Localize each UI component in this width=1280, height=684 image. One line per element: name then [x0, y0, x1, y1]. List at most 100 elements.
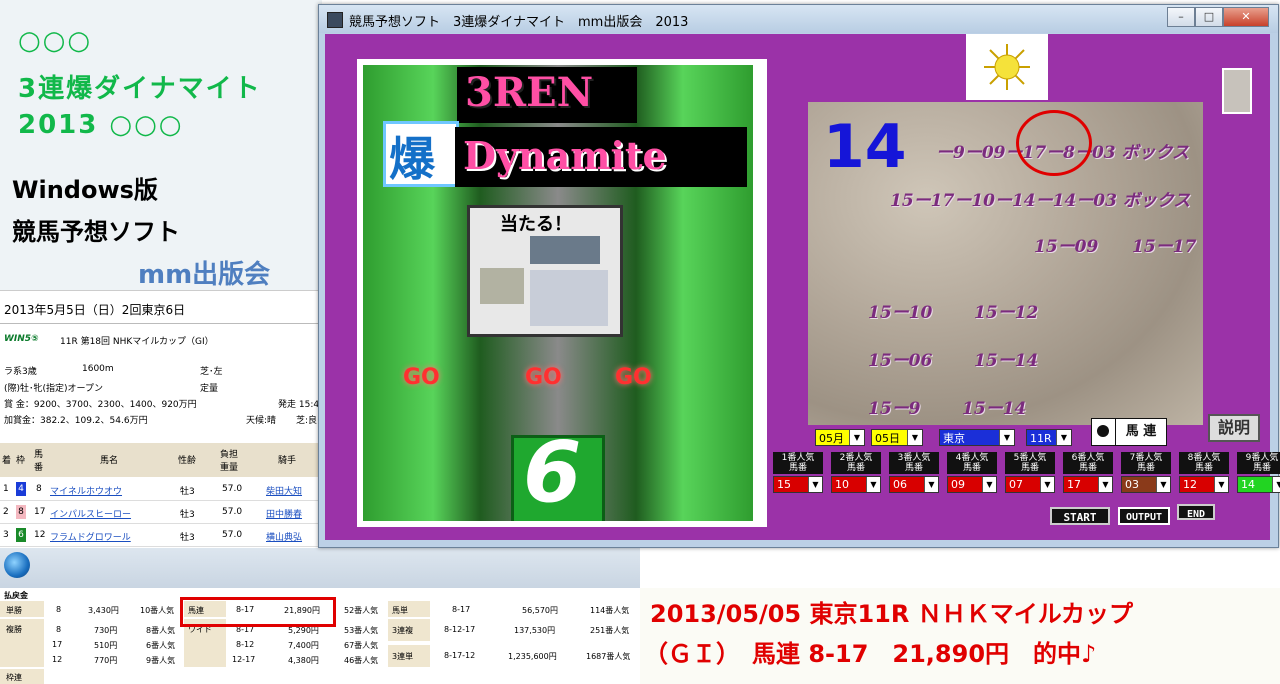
promo-line-2: 3連爆ダイナマイト — [18, 74, 262, 104]
chevron-down-icon: ▼ — [1156, 477, 1170, 492]
row-sex: 牡3 — [180, 487, 195, 497]
bet-type-icon[interactable] — [1091, 418, 1117, 446]
minimize-button[interactable]: – — [1167, 7, 1195, 27]
table-row: 1 4 8 マイネルホウオウ 牡3 57.0 柴田大知 — [0, 478, 322, 501]
prediction-pair: 15ー10 — [868, 303, 933, 323]
day-select[interactable]: 05日 ▼ — [871, 429, 923, 446]
popularity-horse-label: 馬番 — [788, 463, 807, 473]
fukusho-pop: 9番人気 — [146, 656, 176, 665]
month-select[interactable]: 05月 ▼ — [815, 429, 865, 446]
popularity-horse-select[interactable]: 12 ▼ — [1179, 476, 1229, 493]
prediction-pair: 15ー12 — [974, 303, 1039, 323]
popularity-label: 7番人気 馬番 — [1121, 452, 1171, 474]
go-lamp-1: GO — [403, 365, 440, 390]
popularity-horse-value: 10 — [835, 478, 849, 491]
popularity-rank-label: 3番人気 — [897, 453, 931, 463]
popularity-horse-select[interactable]: 09 ▼ — [947, 476, 997, 493]
wakuren-label: 枠連 — [6, 673, 22, 682]
tansho-num: 8 — [56, 605, 62, 614]
umatan-combo: 8-17 — [452, 605, 471, 614]
popularity-horse-label: 馬番 — [962, 463, 981, 473]
popularity-horse-value: 12 — [1183, 478, 1197, 491]
slot-screen-photo — [480, 268, 524, 304]
row-rank: 3 — [3, 530, 9, 540]
popularity-horse-select[interactable]: 15 ▼ — [773, 476, 823, 493]
title-bar[interactable]: 競馬予想ソフト 3連爆ダイナマイト mm出版会 2013 – □ ✕ — [319, 5, 1278, 33]
venue-select[interactable]: 東京 ▼ — [939, 429, 1015, 446]
row-jockey-link[interactable]: 柴田大知 — [266, 484, 302, 497]
start-button[interactable]: START — [1050, 507, 1110, 525]
popularity-label: 9番人気 馬番 — [1237, 452, 1280, 474]
row-horse-link[interactable]: フラムドグロワール — [50, 530, 131, 543]
popularity-rank-label: 6番人気 — [1071, 453, 1105, 463]
slot-digit: 6 — [523, 423, 582, 521]
popularity-horse-select[interactable]: 07 ▼ — [1005, 476, 1055, 493]
popularity-horse-select[interactable]: 14 ▼ — [1237, 476, 1280, 493]
race-select[interactable]: 11R ▼ — [1026, 429, 1072, 446]
umatan-label: 馬単 — [392, 606, 408, 615]
popularity-rank-label: 4番人気 — [955, 453, 989, 463]
sanrenpuku-amount: 137,530円 — [514, 626, 556, 635]
sanrentan-combo: 8-17-12 — [444, 651, 476, 660]
go-lamp-2: GO — [525, 365, 562, 390]
chevron-down-icon: ▼ — [808, 477, 822, 492]
prediction-panel: 14 ー9ー09ー17ー8ー03 ボックス 15ー17ー10ー14ー14ー03 … — [808, 102, 1203, 425]
chevron-down-icon: ▼ — [1272, 477, 1280, 492]
row-horse-link[interactable]: インパルスヒーロー — [50, 507, 131, 520]
popularity-horse-select[interactable]: 17 ▼ — [1063, 476, 1113, 493]
popularity-horse-select[interactable]: 06 ▼ — [889, 476, 939, 493]
close-button[interactable]: ✕ — [1223, 7, 1269, 27]
winning-bet-highlight — [180, 597, 336, 627]
popularity-selector: 1番人気 馬番 15 ▼ — [773, 452, 823, 493]
caption-line-2: （ＧＩ） 馬連 8-17 21,890円 的中♪ — [644, 640, 1097, 668]
popularity-selector: 9番人気 馬番 14 ▼ — [1237, 452, 1280, 493]
slot-screen: 当たる！ — [467, 205, 623, 337]
popularity-horse-select[interactable]: 10 ▼ — [831, 476, 881, 493]
start-orb-icon[interactable] — [4, 552, 30, 578]
help-button[interactable]: 説明 — [1208, 414, 1260, 442]
row-horse-link[interactable]: マイネルホウオウ — [50, 484, 122, 497]
header-weight: 負担重量 — [220, 450, 239, 473]
wide-combo: 12-17 — [232, 655, 256, 664]
chevron-down-icon: ▼ — [924, 477, 938, 492]
promo-banner: ○○○ 3連爆ダイナマイト 2013 ○○○ Windows版 競馬予想ソフト … — [0, 0, 322, 290]
row-jockey-link[interactable]: 田中勝春 — [266, 507, 302, 520]
taskbar — [0, 548, 640, 588]
month-value: 05月 — [819, 432, 844, 445]
row-sex: 牡3 — [180, 510, 195, 520]
logo-baku: 爆 — [389, 132, 435, 186]
output-button[interactable]: OUTPUT — [1118, 507, 1170, 525]
chevron-down-icon: ▼ — [1040, 477, 1054, 492]
fukusho-amount: 730円 — [94, 626, 118, 635]
popularity-horse-label: 馬番 — [904, 463, 923, 473]
popularity-horse-select[interactable]: 03 ▼ — [1121, 476, 1171, 493]
fukusho-num: 8 — [56, 625, 62, 634]
slot-screen-photo — [530, 236, 600, 264]
prediction-pair: 15ー9 — [868, 399, 921, 419]
row-waku: 8 — [16, 505, 26, 519]
weather: 天候:晴 — [246, 416, 277, 426]
track-condition: 芝:良 — [296, 416, 318, 426]
logo-3ren: 3REN — [465, 69, 594, 116]
row-jockey-link[interactable]: 横山典弘 — [266, 530, 302, 543]
tansho-pop: 10番人気 — [140, 606, 175, 615]
bet-type-label[interactable]: 馬 連 — [1115, 418, 1167, 446]
popularity-horse-value: 14 — [1241, 478, 1255, 491]
header-jockey: 騎手 — [278, 456, 297, 466]
slot-machine-frame: 3REN 爆 Dynamite 当たる！ GO GO GO 6 — [357, 59, 767, 527]
umaren-pop: 52番人気 — [344, 606, 379, 615]
popularity-rank-label: 5番人気 — [1013, 453, 1047, 463]
hit-circle — [1016, 110, 1092, 176]
popularity-label: 2番人気 馬番 — [831, 452, 881, 474]
fukusho-label: 複勝 — [6, 625, 22, 634]
maximize-button[interactable]: □ — [1195, 7, 1223, 27]
popularity-label: 3番人気 馬番 — [889, 452, 939, 474]
race-distance: 1600m — [82, 364, 114, 374]
popularity-rank-label: 1番人気 — [781, 453, 815, 463]
end-button[interactable]: END — [1177, 504, 1215, 520]
race-result-page: 2013年5月5日（日）2回東京6日 WIN5⑤ 11R 第18回 NHKマイル… — [0, 290, 322, 549]
row-rank: 1 — [3, 484, 9, 494]
popularity-selector: 7番人気 馬番 03 ▼ — [1121, 452, 1171, 493]
table-row: 2 8 17 インパルスヒーロー 牡3 57.0 田中勝春 — [0, 501, 322, 524]
popularity-horse-label: 馬番 — [1136, 463, 1155, 473]
